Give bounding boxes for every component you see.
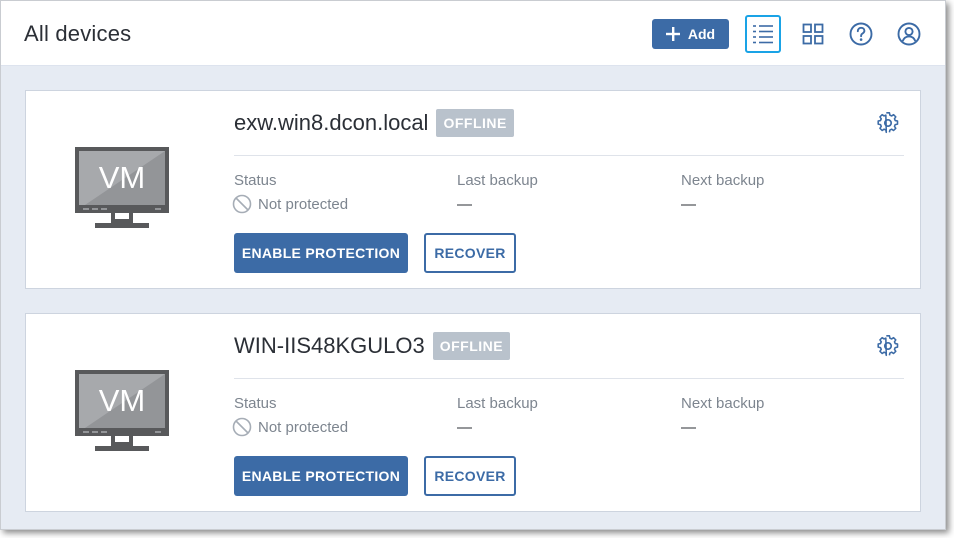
card-divider: [234, 155, 904, 156]
status-label: Status: [234, 172, 277, 189]
next-backup-label: Next backup: [681, 395, 765, 412]
status-value-text: Not protected: [258, 195, 349, 213]
last-backup-label: Last backup: [457, 395, 538, 412]
enable-protection-button[interactable]: ENABLE PROTECTION: [234, 233, 408, 273]
vm-monitor-icon: VM: [75, 370, 169, 451]
status-value: Not protected: [232, 194, 348, 214]
add-device-button[interactable]: Add: [652, 19, 729, 49]
device-name: exw.win8.dcon.local OFFLINE: [234, 109, 514, 137]
next-backup-value: —: [681, 196, 696, 213]
grid-view-icon: [802, 23, 824, 45]
account-icon: [897, 22, 921, 46]
status-badge: OFFLINE: [432, 332, 511, 360]
next-backup-value: —: [681, 419, 696, 436]
top-bar: All devices Add: [1, 1, 945, 66]
enable-protection-button[interactable]: ENABLE PROTECTION: [234, 456, 408, 496]
device-name-text: WIN-IIS48KGULO3: [234, 333, 425, 358]
not-protected-icon: [232, 194, 252, 214]
add-button-label: Add: [687, 26, 716, 42]
recover-button[interactable]: RECOVER: [424, 233, 516, 273]
list-view-button[interactable]: [745, 15, 781, 53]
gear-icon[interactable]: [877, 335, 899, 357]
vm-monitor-icon: VM: [75, 147, 169, 228]
plus-icon: [665, 27, 680, 41]
grid-view-button[interactable]: [795, 15, 831, 53]
device-card: VM WIN-IIS48KGULO3 OFFLINE Status Not pr…: [25, 313, 921, 512]
last-backup-value: —: [457, 196, 472, 213]
status-value: Not protected: [232, 417, 348, 437]
gear-icon[interactable]: [877, 112, 899, 134]
page-title: All devices: [24, 21, 132, 46]
not-protected-icon: [232, 417, 252, 437]
device-list: VM exw.win8.dcon.local OFFLINE Status No…: [1, 66, 945, 529]
device-name-text: exw.win8.dcon.local: [234, 110, 429, 135]
list-view-icon: [753, 25, 773, 44]
device-card: VM exw.win8.dcon.local OFFLINE Status No…: [25, 90, 921, 289]
status-label: Status: [234, 395, 277, 412]
last-backup-value: —: [457, 419, 472, 436]
vm-label: VM: [99, 383, 146, 418]
account-button[interactable]: [891, 15, 927, 53]
last-backup-label: Last backup: [457, 172, 538, 189]
device-name: WIN-IIS48KGULO3 OFFLINE: [234, 332, 511, 360]
card-divider: [234, 378, 904, 379]
app-window: All devices Add VM exw.win8.dcon.local O…: [0, 0, 946, 530]
status-badge: OFFLINE: [436, 109, 514, 137]
status-value-text: Not protected: [258, 418, 349, 436]
vm-label: VM: [99, 160, 146, 195]
help-icon: [849, 22, 873, 46]
next-backup-label: Next backup: [681, 172, 765, 189]
recover-button[interactable]: RECOVER: [424, 456, 516, 496]
help-button[interactable]: [843, 15, 879, 53]
